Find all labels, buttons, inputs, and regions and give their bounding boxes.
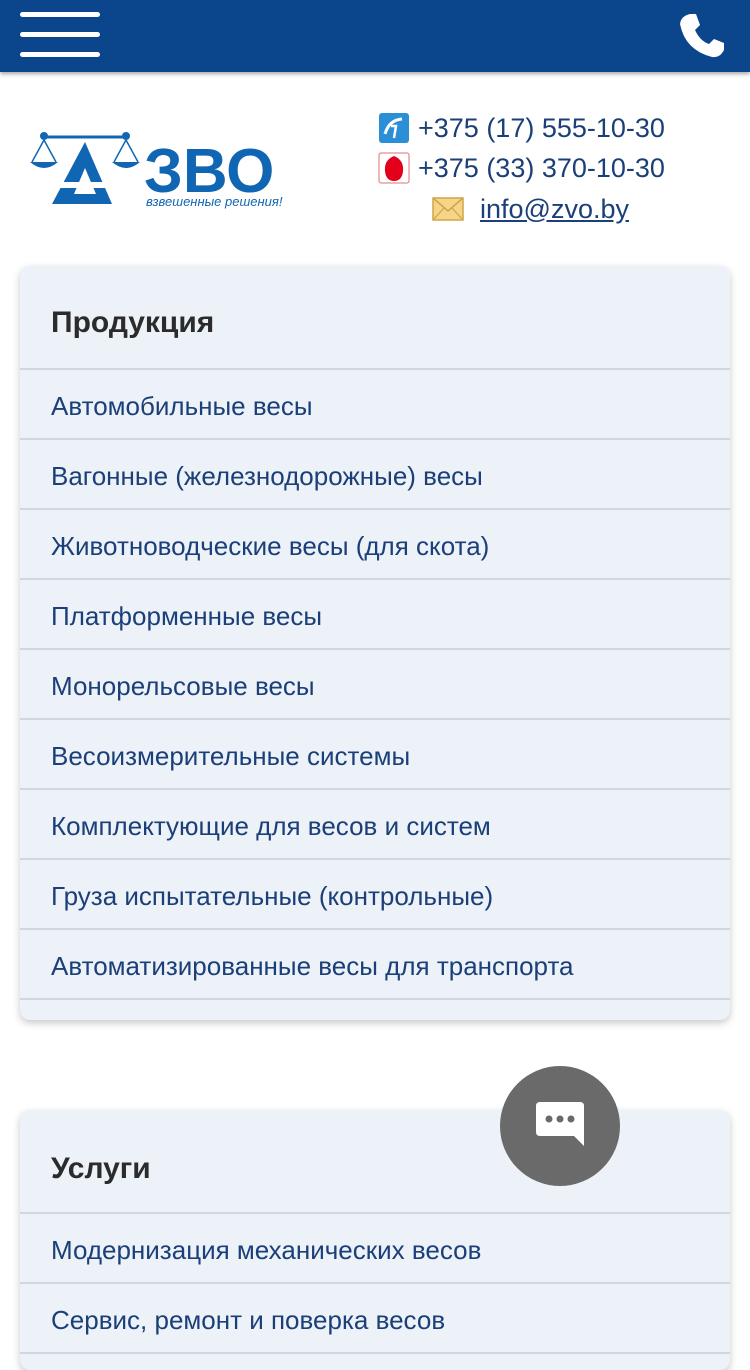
phone-icon[interactable]: [676, 10, 728, 62]
hamburger-menu-icon[interactable]: [20, 12, 100, 58]
email-row[interactable]: info@zvo.by: [432, 191, 629, 227]
card-footer-spacer: [20, 1000, 730, 1020]
product-item-automated-scales[interactable]: Автоматизированные весы для транспорта: [20, 930, 730, 1000]
service-item-repair[interactable]: Сервис, ремонт и поверка весов: [20, 1284, 730, 1354]
product-item-monorail-scales[interactable]: Монорельсовые весы: [20, 650, 730, 720]
email-link[interactable]: info@zvo.by: [480, 194, 629, 225]
logo-slogan: взвешенные решения!: [146, 194, 283, 209]
company-logo[interactable]: ЗВО взвешенные решения!: [30, 128, 290, 212]
product-item-livestock-scales[interactable]: Животноводческие весы (для скота): [20, 510, 730, 580]
products-card: Продукция Автомобильные весы Вагонные (ж…: [20, 266, 730, 1020]
landline-operator-icon: [378, 112, 410, 144]
chat-bubble-icon: [536, 1102, 584, 1146]
mobile-operator-icon: [378, 152, 410, 184]
service-item-modernization[interactable]: Модернизация механических весов: [20, 1214, 730, 1284]
chat-button[interactable]: [500, 1066, 620, 1186]
product-item-railway-scales[interactable]: Вагонные (железнодорожные) весы: [20, 440, 730, 510]
services-card: Услуги Модернизация механических весов С…: [20, 1110, 730, 1370]
phone-number-1[interactable]: +375 (17) 555-10-30: [418, 113, 665, 144]
product-item-test-weights[interactable]: Груза испытательные (контрольные): [20, 860, 730, 930]
phone-row-1[interactable]: +375 (17) 555-10-30: [378, 110, 665, 146]
phone-row-2[interactable]: +375 (33) 370-10-30: [378, 150, 665, 186]
services-title: Услуги: [20, 1110, 730, 1214]
phone-number-2[interactable]: +375 (33) 370-10-30: [418, 153, 665, 184]
top-bar: [0, 0, 750, 72]
product-item-platform-scales[interactable]: Платформенные весы: [20, 580, 730, 650]
products-title: Продукция: [20, 266, 730, 370]
product-item-components[interactable]: Комплектующие для весов и систем: [20, 790, 730, 860]
envelope-icon: [432, 197, 464, 221]
product-item-weighing-systems[interactable]: Весоизмерительные системы: [20, 720, 730, 790]
product-item-truck-scales[interactable]: Автомобильные весы: [20, 370, 730, 440]
